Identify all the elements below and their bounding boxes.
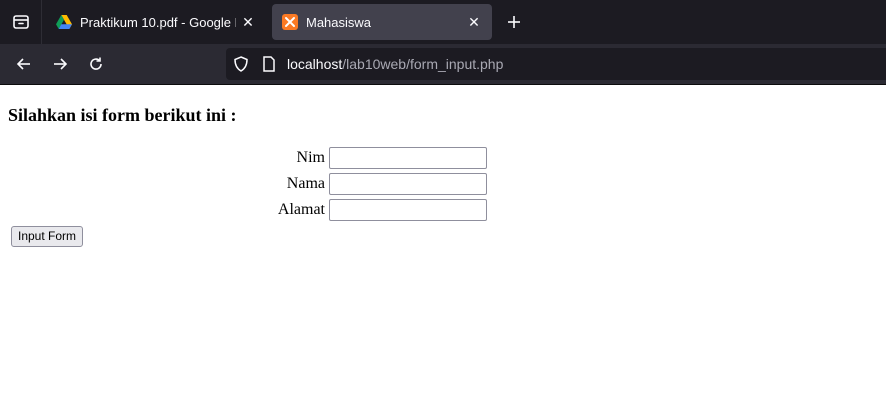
new-tab-button[interactable] (500, 8, 528, 36)
tab-manager-icon (12, 15, 29, 29)
nama-label: Nama (286, 175, 325, 192)
page-heading: Silahkan isi form berikut ini : (8, 105, 237, 125)
plus-icon (508, 16, 520, 28)
nim-input[interactable] (329, 147, 487, 169)
alamat-label: Alamat (277, 201, 325, 218)
arrow-left-icon (16, 58, 30, 70)
google-drive-icon (56, 14, 72, 30)
reload-button[interactable] (82, 50, 110, 78)
form-row-nama: Nama (0, 173, 886, 197)
forward-button[interactable] (46, 50, 74, 78)
page-info-icon[interactable] (260, 55, 278, 73)
nama-input[interactable] (329, 173, 487, 195)
nim-label: Nim (296, 149, 325, 166)
url-path: /lab10web/form_input.php (342, 56, 504, 72)
page-content: Silahkan isi form berikut ini : Nim Nama… (0, 85, 886, 407)
tab-bar: Praktikum 10.pdf - Google Drive ✕ Mahasi… (0, 0, 886, 44)
form-row-alamat: Alamat (0, 199, 886, 223)
browser-chrome: Praktikum 10.pdf - Google Drive ✕ Mahasi… (0, 0, 886, 85)
address-bar[interactable]: localhost/lab10web/form_input.php (226, 48, 886, 80)
url-text: localhost/lab10web/form_input.php (287, 56, 503, 72)
back-button[interactable] (10, 50, 38, 78)
tab-title: Mahasiswa (306, 14, 372, 30)
input-form-button[interactable]: Input Form (11, 226, 84, 247)
reload-icon (90, 57, 102, 70)
close-icon[interactable]: ✕ (240, 14, 256, 30)
form-row-nim: Nim (0, 147, 886, 171)
tab-mahasiswa[interactable]: Mahasiswa ✕ (272, 4, 492, 40)
list-all-tabs-button[interactable] (0, 0, 42, 44)
tab-title: Praktikum 10.pdf - Google Drive (80, 14, 236, 30)
arrow-right-icon (54, 58, 68, 70)
xampp-icon (282, 14, 298, 30)
tab-google-drive[interactable]: Praktikum 10.pdf - Google Drive ✕ (46, 4, 266, 40)
navigation-toolbar: localhost/lab10web/form_input.php (0, 44, 886, 85)
close-icon[interactable]: ✕ (466, 14, 482, 30)
url-host: localhost (287, 56, 343, 72)
alamat-input[interactable] (329, 199, 487, 221)
tracking-protection-shield-icon[interactable] (232, 55, 250, 73)
